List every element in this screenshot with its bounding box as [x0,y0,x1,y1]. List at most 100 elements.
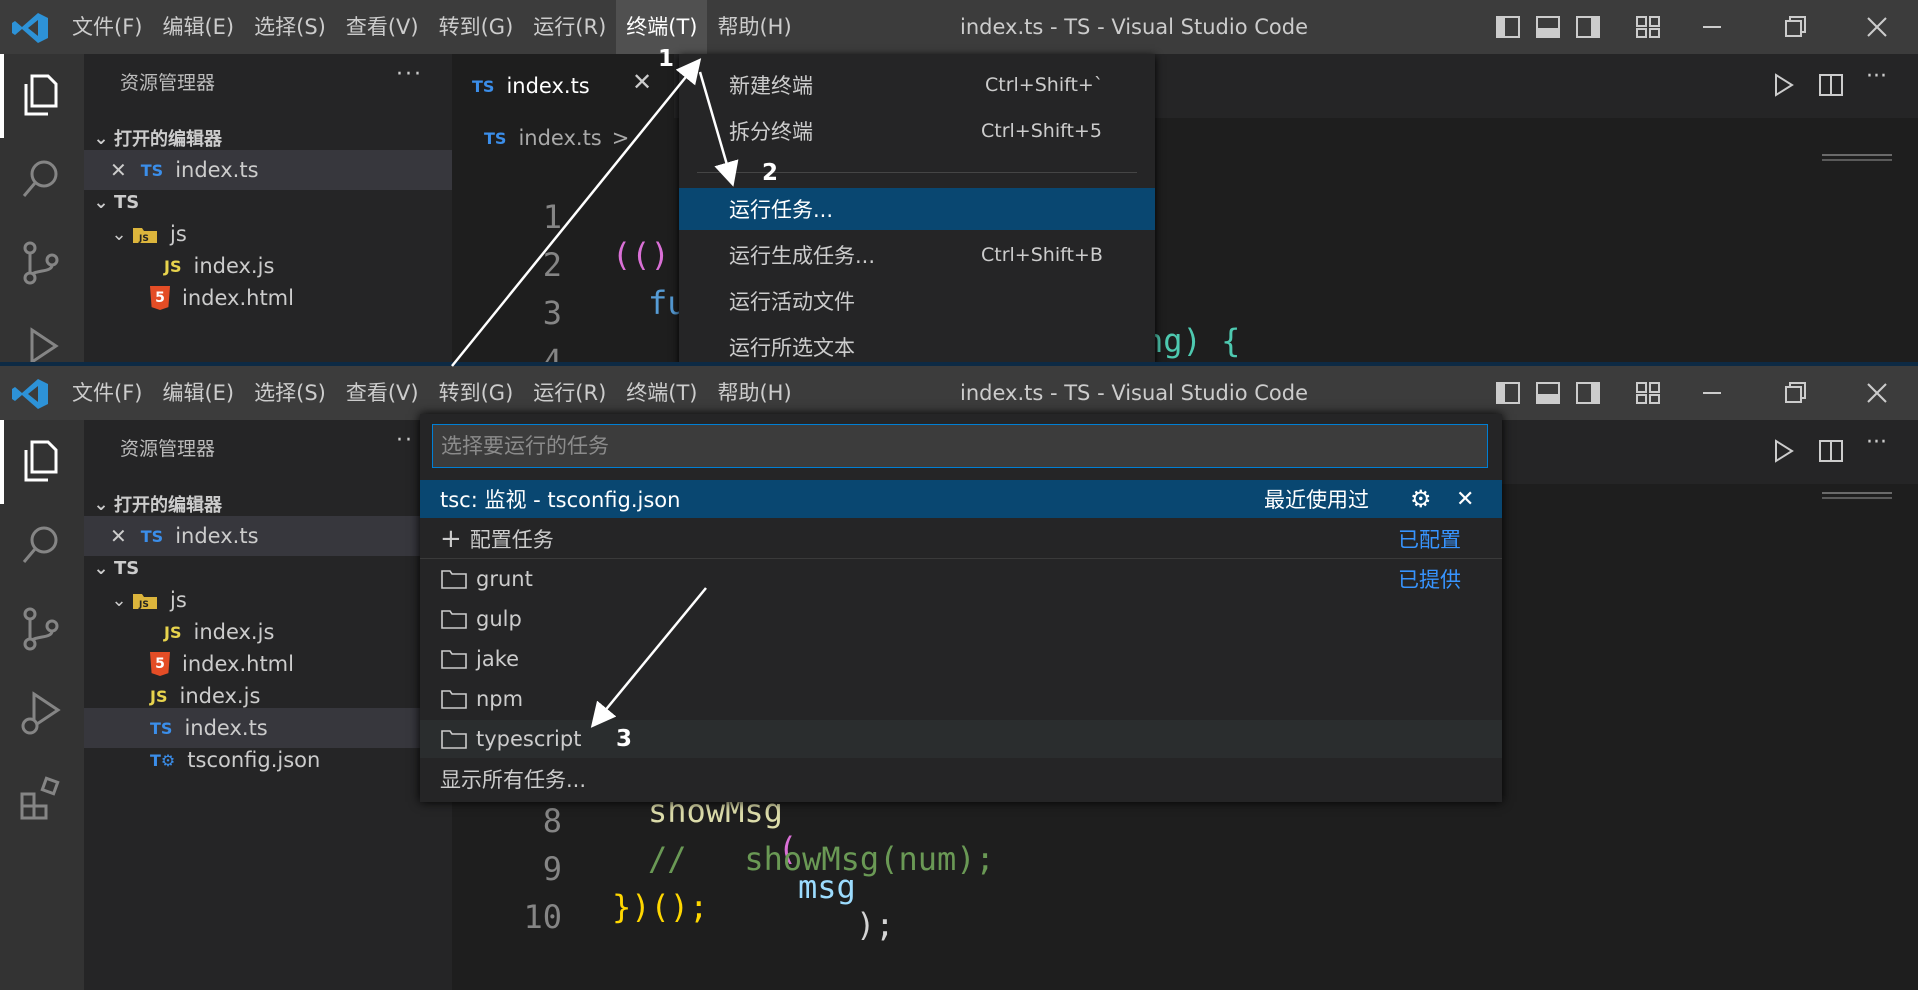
chevron-down-icon: ⌄ [93,127,109,149]
menu-item-shortcut: Ctrl+Shift+` [985,74,1104,96]
project-label: TS [114,191,140,213]
task-item-show-all[interactable]: 显示所有任务... [420,760,1502,798]
run-debug-icon[interactable] [18,324,64,366]
close-window-icon[interactable] [1860,376,1894,410]
menu-run[interactable]: 运行(R) [523,366,616,420]
menu-selection[interactable]: 选择(S) [244,366,336,420]
annotation-step-1: 1 [658,46,675,72]
close-icon[interactable]: ✕ [110,524,127,548]
typescript-file-icon: TS [484,128,507,148]
file-name: index.js [179,684,261,708]
editor-area: TS index.ts ✕ ··· TS index.ts > 1 (() 2 f… [452,54,1918,366]
close-icon[interactable]: ✕ [632,68,652,96]
menu-item-split-terminal[interactable]: 拆分终端 Ctrl+Shift+5 [679,110,1155,152]
task-label-wrap: typescript [440,727,581,751]
menu-view[interactable]: 查看(V) [336,366,429,420]
task-label: tsc: 监视 - tsconfig.json [440,488,681,512]
menu-edit[interactable]: 编辑(E) [152,366,244,420]
breadcrumb-separator: > [611,126,630,150]
search-icon[interactable] [18,156,64,202]
menu-view[interactable]: 查看(V) [336,0,429,54]
folder-name: js [170,588,187,612]
menu-run[interactable]: 运行(R) [523,0,616,54]
source-control-icon[interactable] [18,606,64,652]
toggle-panel-icon[interactable] [1536,16,1560,38]
source-control-icon[interactable] [18,240,64,286]
code-line-1: 1 (() [452,160,1918,274]
close-icon[interactable]: ✕ [110,158,127,182]
close-window-icon[interactable] [1860,10,1894,44]
minimize-icon[interactable] [1695,10,1729,44]
more-actions-icon[interactable]: ··· [1866,430,1887,455]
toggle-panel-icon[interactable] [1536,382,1560,404]
task-item-npm[interactable]: npm [420,680,1502,718]
code-line-9: 9 })(); [452,812,1918,926]
task-label-wrap: jake [440,647,519,671]
tsconfig-file-icon: T⚙ [150,750,176,770]
activity-bar [0,420,84,990]
title-bar: 文件(F) 编辑(E) 选择(S) 查看(V) 转到(G) 运行(R) 终端(T… [0,366,1918,420]
extensions-icon[interactable] [18,774,64,820]
minimap[interactable] [1822,154,1892,178]
run-icon[interactable] [1770,72,1796,98]
customize-layout-icon[interactable] [1636,382,1660,404]
menu-item-run-selected-text[interactable]: 运行所选文本 [679,326,1155,366]
restore-icon[interactable] [1778,10,1812,44]
file-index-html[interactable]: 5 index.html [84,278,452,318]
title-bar: 文件(F) 编辑(E) 选择(S) 查看(V) 转到(G) 运行(R) 终端(T… [0,0,1918,54]
restore-icon[interactable] [1778,376,1812,410]
menu-file[interactable]: 文件(F) [62,0,152,54]
search-icon[interactable] [18,522,64,568]
breadcrumb-file[interactable]: index.ts [518,126,601,150]
task-item-typescript[interactable]: typescript [420,720,1502,758]
toggle-secondary-sidebar-icon[interactable] [1576,382,1600,404]
more-actions-icon[interactable]: ··· [396,62,423,87]
menu-go[interactable]: 转到(G) [429,0,524,54]
toggle-secondary-sidebar-icon[interactable] [1576,16,1600,38]
more-actions-icon[interactable]: ··· [1866,64,1887,89]
activity-bar [0,54,84,366]
menu-file[interactable]: 文件(F) [62,366,152,420]
minimize-icon[interactable] [1695,376,1729,410]
explorer-icon[interactable] [18,72,64,118]
menu-help[interactable]: 帮助(H) [707,366,801,420]
toggle-sidebar-icon[interactable] [1496,382,1520,404]
toggle-sidebar-icon[interactable] [1496,16,1520,38]
tab-index-ts[interactable]: TS index.ts ✕ [452,54,674,118]
file-tsconfig[interactable]: T⚙ tsconfig.json [84,740,452,780]
task-item-configure[interactable]: + 配置任务 已配置 [420,520,1502,558]
run-debug-icon[interactable] [18,690,64,736]
task-label: 显示所有任务... [440,768,587,792]
tab-label: index.ts [506,74,590,98]
menu-item-run-active-file[interactable]: 运行活动文件 [679,280,1155,322]
menu-bar: 文件(F) 编辑(E) 选择(S) 查看(V) 转到(G) 运行(R) 终端(T… [62,366,802,420]
explorer-icon[interactable] [18,438,64,484]
more-actions-icon[interactable]: ·· [396,428,414,453]
menu-item-new-terminal[interactable]: 新建终端 Ctrl+Shift+` [679,64,1155,106]
menu-item-label: 运行活动文件 [729,290,855,314]
split-editor-icon[interactable] [1818,72,1844,98]
split-editor-icon[interactable] [1818,438,1844,464]
menu-edit[interactable]: 编辑(E) [152,0,244,54]
task-item-jake[interactable]: jake [420,640,1502,678]
task-search-input[interactable]: 选择要运行的任务 [432,424,1488,468]
menu-selection[interactable]: 选择(S) [244,0,336,54]
close-icon[interactable]: ✕ [1456,487,1474,512]
vscode-logo-icon [12,13,48,43]
menu-item-label: 新建终端 [729,74,813,98]
menu-go[interactable]: 转到(G) [429,366,524,420]
task-label: grunt [476,567,533,591]
file-name: index.html [182,286,294,310]
minimap[interactable] [1822,492,1892,516]
task-item-grunt[interactable]: grunt 已提供 [420,560,1502,598]
gear-icon[interactable]: ⚙ [1410,485,1432,513]
javascript-file-icon: JS [150,686,168,706]
menu-item-run-build-task[interactable]: 运行生成任务... Ctrl+Shift+B [679,234,1155,276]
menu-help[interactable]: 帮助(H) [707,0,801,54]
customize-layout-icon[interactable] [1636,16,1660,38]
task-item-gulp[interactable]: gulp [420,600,1502,638]
task-item-recent[interactable]: tsc: 监视 - tsconfig.json 最近使用过 ⚙ ✕ [420,480,1502,518]
menu-item-run-task[interactable]: 运行任务... [679,188,1155,230]
menu-terminal[interactable]: 终端(T) [616,366,707,420]
run-icon[interactable] [1770,438,1796,464]
